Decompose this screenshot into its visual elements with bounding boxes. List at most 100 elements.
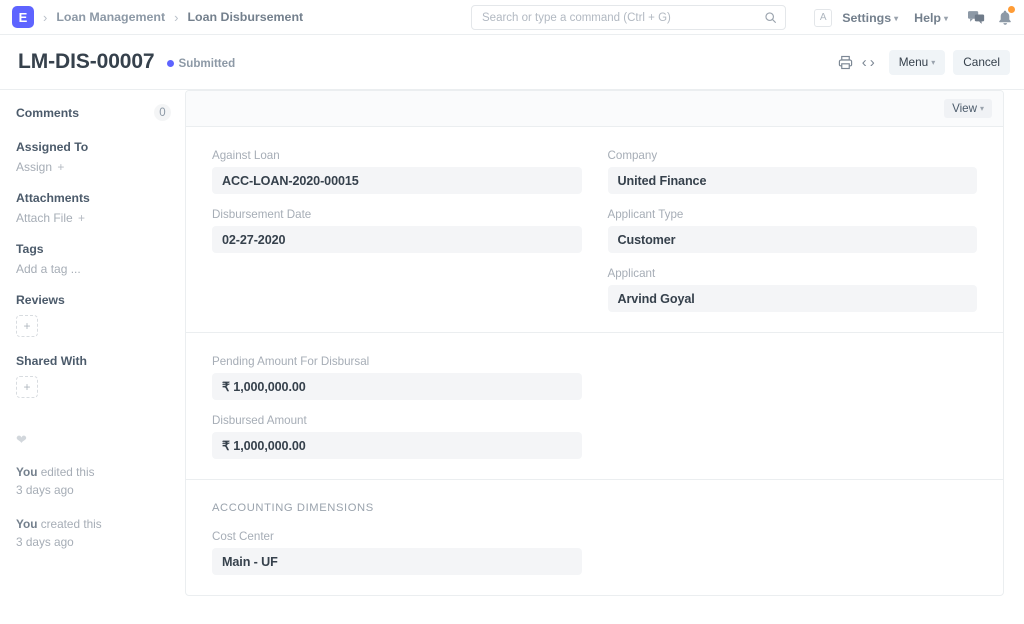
chevron-down-icon: ▾: [931, 58, 935, 67]
cancel-button[interactable]: Cancel: [953, 50, 1010, 75]
form-column-left: Pending Amount For Disbursal ₹ 1,000,000…: [212, 355, 582, 459]
menu-button-label: Menu: [899, 55, 929, 69]
field-label: Against Loan: [212, 149, 582, 162]
field-label: Disbursed Amount: [212, 414, 582, 427]
sidebar-section-assigned-to: Assigned To Assign +: [16, 140, 171, 174]
chat-icon[interactable]: [968, 10, 985, 25]
breadcrumb-item-loan-management[interactable]: Loan Management: [56, 10, 165, 24]
navbar-right-group: A Settings▾ Help▾: [814, 0, 1012, 35]
next-record-button[interactable]: ›: [870, 55, 875, 70]
assigned-to-label: Assigned To: [16, 140, 171, 154]
field-value[interactable]: ACC-LOAN-2020-00015: [212, 167, 582, 194]
status-dot-icon: [167, 60, 174, 67]
breadcrumb-separator-icon: ›: [43, 11, 47, 24]
field-value[interactable]: Arvind Goyal: [608, 285, 978, 312]
activity-created-action: created this: [41, 517, 102, 531]
page-header: LM-DIS-00007 Submitted ‹ › Menu▾ Cancel: [0, 35, 1024, 90]
record-navigation: ‹ ›: [862, 55, 875, 70]
field-label: Applicant Type: [608, 208, 978, 221]
top-navbar: E › Loan Management › Loan Disbursement …: [0, 0, 1024, 35]
form-section-accounting-dimensions: ACCOUNTING DIMENSIONS Cost Center Main -…: [186, 480, 1003, 596]
add-tag-input[interactable]: Add a tag ...: [16, 262, 171, 276]
field-label: Company: [608, 149, 978, 162]
assign-button[interactable]: Assign +: [16, 160, 171, 174]
assign-label: Assign: [16, 160, 52, 174]
field-value[interactable]: United Finance: [608, 167, 978, 194]
attach-file-label: Attach File: [16, 211, 73, 225]
breadcrumb-item-loan-disbursement[interactable]: Loan Disbursement: [187, 10, 303, 24]
field-pending-amount-for-disbursal: Pending Amount For Disbursal ₹ 1,000,000…: [212, 355, 582, 400]
field-value[interactable]: Main - UF: [212, 548, 582, 575]
help-label: Help: [914, 11, 941, 25]
bell-icon[interactable]: [998, 10, 1012, 26]
field-label: Pending Amount For Disbursal: [212, 355, 582, 368]
view-button-label: View: [952, 102, 977, 115]
plus-icon: +: [54, 160, 64, 174]
field-cost-center: Cost Center Main - UF: [212, 530, 582, 575]
activity-edited-action: edited this: [41, 465, 95, 479]
print-icon[interactable]: [838, 55, 853, 70]
form-card: View▾ Against Loan ACC-LOAN-2020-00015 D…: [185, 90, 1004, 596]
help-menu[interactable]: Help▾: [914, 11, 948, 25]
activity-created-text: You created this: [16, 515, 171, 533]
sidebar-section-comments[interactable]: Comments 0: [16, 104, 171, 121]
attachments-label: Attachments: [16, 191, 171, 205]
add-review-button[interactable]: +: [16, 315, 38, 337]
search-input[interactable]: [482, 12, 764, 24]
field-disbursed-amount: Disbursed Amount ₹ 1,000,000.00: [212, 414, 582, 459]
app-logo[interactable]: E: [12, 6, 34, 28]
section-title-accounting-dimensions: ACCOUNTING DIMENSIONS: [212, 502, 977, 514]
field-label: Disbursement Date: [212, 208, 582, 221]
activity-edited: You edited this 3 days ago: [16, 463, 171, 500]
form-column-right-empty: [608, 530, 978, 575]
document-sidebar: Comments 0 Assigned To Assign + Attachme…: [0, 90, 185, 624]
form-section-amounts: Pending Amount For Disbursal ₹ 1,000,000…: [186, 333, 1003, 480]
field-value[interactable]: Customer: [608, 226, 978, 253]
notification-badge: [1008, 6, 1015, 13]
view-button[interactable]: View▾: [944, 99, 992, 118]
sidebar-section-tags: Tags Add a tag ...: [16, 242, 171, 276]
activity-edited-text: You edited this: [16, 463, 171, 481]
form-column-left: Cost Center Main - UF: [212, 530, 582, 575]
field-label: Cost Center: [212, 530, 582, 543]
previous-record-button[interactable]: ‹: [862, 55, 867, 70]
add-share-button[interactable]: +: [16, 376, 38, 398]
menu-button[interactable]: Menu▾: [889, 50, 946, 75]
sidebar-section-shared-with: Shared With +: [16, 354, 171, 398]
settings-label: Settings: [842, 11, 891, 25]
field-label: Applicant: [608, 267, 978, 280]
tags-label: Tags: [16, 242, 171, 256]
chevron-down-icon: ▾: [980, 104, 984, 113]
form-toolbar: View▾: [186, 91, 1003, 127]
activity-edited-time: 3 days ago: [16, 481, 171, 499]
heart-icon[interactable]: ❤: [16, 432, 171, 448]
field-applicant: Applicant Arvind Goyal: [608, 267, 978, 312]
field-company: Company United Finance: [608, 149, 978, 194]
field-value[interactable]: ₹ 1,000,000.00: [212, 432, 582, 459]
activity-created: You created this 3 days ago: [16, 515, 171, 552]
shared-with-label: Shared With: [16, 354, 171, 368]
search-icon[interactable]: [764, 11, 777, 24]
field-value[interactable]: 02-27-2020: [212, 226, 582, 253]
form-column-right-empty: [608, 355, 978, 459]
breadcrumb-separator-icon: ›: [174, 11, 178, 24]
page-title: LM-DIS-00007: [18, 50, 155, 74]
field-disbursement-date: Disbursement Date 02-27-2020: [212, 208, 582, 253]
form-column-left: Against Loan ACC-LOAN-2020-00015 Disburs…: [212, 149, 582, 312]
form-column-right: Company United Finance Applicant Type Cu…: [608, 149, 978, 312]
form-area: View▾ Against Loan ACC-LOAN-2020-00015 D…: [185, 90, 1024, 624]
sidebar-section-attachments: Attachments Attach File +: [16, 191, 171, 225]
field-value[interactable]: ₹ 1,000,000.00: [212, 373, 582, 400]
chevron-down-icon: ▾: [894, 14, 898, 23]
global-search[interactable]: [471, 5, 786, 30]
attach-file-button[interactable]: Attach File +: [16, 211, 171, 225]
activity-edited-actor: You: [16, 465, 37, 479]
field-against-loan: Against Loan ACC-LOAN-2020-00015: [212, 149, 582, 194]
form-section-loan-details: Against Loan ACC-LOAN-2020-00015 Disburs…: [186, 127, 1003, 333]
field-applicant-type: Applicant Type Customer: [608, 208, 978, 253]
page-body: Comments 0 Assigned To Assign + Attachme…: [0, 90, 1024, 624]
settings-menu[interactable]: Settings▾: [842, 11, 898, 25]
avatar[interactable]: A: [814, 9, 832, 27]
activity-created-actor: You: [16, 517, 37, 531]
activity-created-time: 3 days ago: [16, 533, 171, 551]
